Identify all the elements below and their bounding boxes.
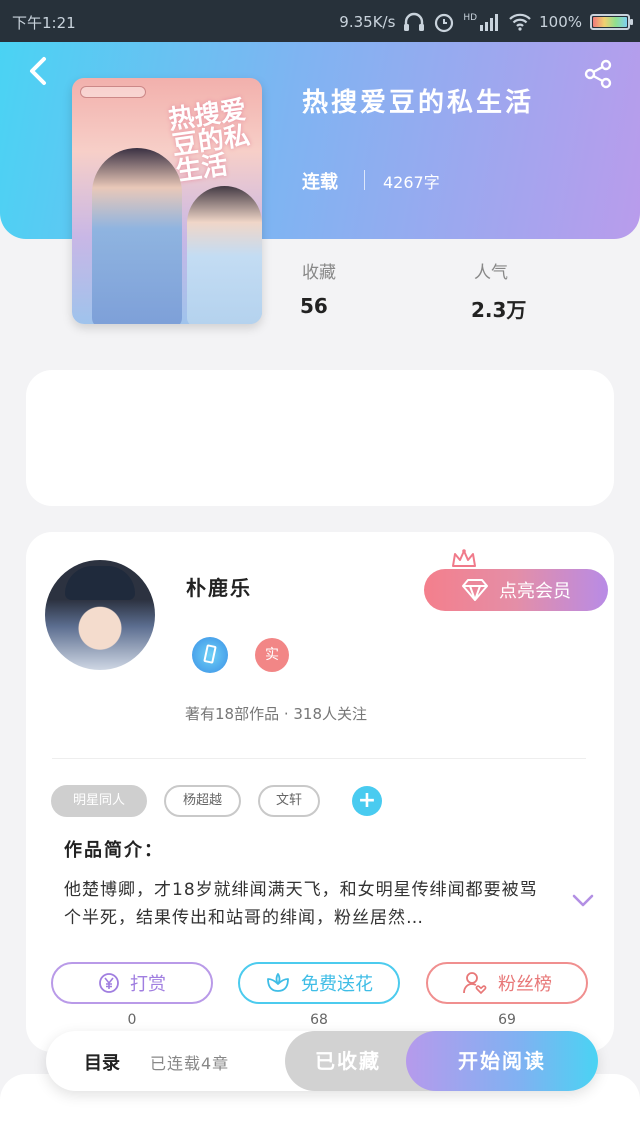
status-divider — [364, 170, 365, 190]
fan-count: 69 — [498, 1012, 516, 1028]
book-cover[interactable]: 热搜爱豆的私生活 — [72, 78, 262, 324]
stat-value-popularity: 2.3万 — [471, 298, 527, 322]
user-heart-icon — [463, 972, 487, 995]
author-avatar[interactable] — [45, 560, 155, 670]
intro-label: 作品简介： — [64, 840, 164, 861]
tip-count: 0 — [127, 1012, 137, 1028]
author-name[interactable]: 朴鹿乐 — [186, 572, 252, 601]
status-indicators: 9.35K/s HD 100% — [339, 11, 633, 33]
diamond-icon — [462, 579, 488, 601]
network-speed: 9.35K/s — [339, 13, 396, 31]
placeholder-card — [26, 370, 614, 506]
book-title: 热搜爱豆的私生活 — [302, 88, 535, 118]
battery-percent: 100% — [539, 13, 582, 31]
tip-label: 打赏 — [130, 974, 166, 995]
headphones-icon — [404, 12, 425, 31]
cover-badge — [80, 86, 146, 98]
battery-icon — [590, 14, 633, 30]
real-name-badge: 实 — [255, 638, 289, 672]
intro-text: 他楚博卿，才18岁就绯闻满天飞，和女明星传绯闻都要被骂个半死，结果传出和站哥的绯… — [64, 880, 538, 928]
tag-2[interactable]: 文轩 — [258, 785, 320, 817]
yen-icon — [99, 973, 119, 993]
send-flower-label: 免费送花 — [301, 974, 373, 995]
alarm-icon — [435, 13, 454, 33]
crown-icon — [452, 549, 476, 567]
signal-icon — [480, 14, 499, 31]
chapter-count[interactable]: 已连载4章 — [150, 1050, 229, 1074]
author-meta: 著有18部作品 · 318人关注 — [185, 705, 368, 723]
cover-figure-left — [92, 148, 182, 324]
send-flower-button[interactable]: 免费送花 — [238, 962, 400, 1004]
add-tag-button[interactable]: + — [352, 786, 382, 816]
stat-label-favorites: 收藏 — [302, 263, 336, 283]
status-bar: 下午1:21 9.35K/s HD 100% — [0, 0, 640, 42]
fan-ranking-button[interactable]: 粉丝榜 — [426, 962, 588, 1004]
cover-title-art: 热搜爱豆的私生活 — [166, 95, 252, 188]
book-status: 连载 — [302, 172, 338, 193]
flower-icon — [267, 973, 289, 992]
stat-label-popularity: 人气 — [474, 263, 508, 283]
activate-vip-button[interactable]: 点亮会员 — [424, 569, 608, 611]
tag-1[interactable]: 杨超越 — [164, 785, 241, 817]
flower-count: 68 — [310, 1012, 328, 1028]
tip-button[interactable]: 打赏 — [51, 962, 213, 1004]
phone-verified-icon — [192, 637, 228, 673]
start-reading-button[interactable]: 开始阅读 — [406, 1031, 598, 1091]
chevron-down-icon[interactable] — [572, 894, 594, 908]
toc-button[interactable]: 目录 — [84, 1049, 120, 1075]
section-divider — [52, 758, 586, 759]
vip-button-label: 点亮会员 — [499, 581, 571, 602]
network-type: HD — [463, 13, 478, 23]
cover-figure-right — [187, 186, 262, 324]
tag-0[interactable]: 明星同人 — [51, 785, 147, 817]
stat-value-favorites: 56 — [300, 294, 328, 318]
word-count: 4267字 — [383, 173, 440, 192]
fan-ranking-label: 粉丝榜 — [498, 974, 552, 995]
share-icon[interactable] — [582, 58, 614, 90]
back-arrow-icon[interactable] — [26, 56, 50, 86]
wifi-icon — [509, 13, 531, 31]
status-time: 下午1:21 — [12, 14, 76, 32]
